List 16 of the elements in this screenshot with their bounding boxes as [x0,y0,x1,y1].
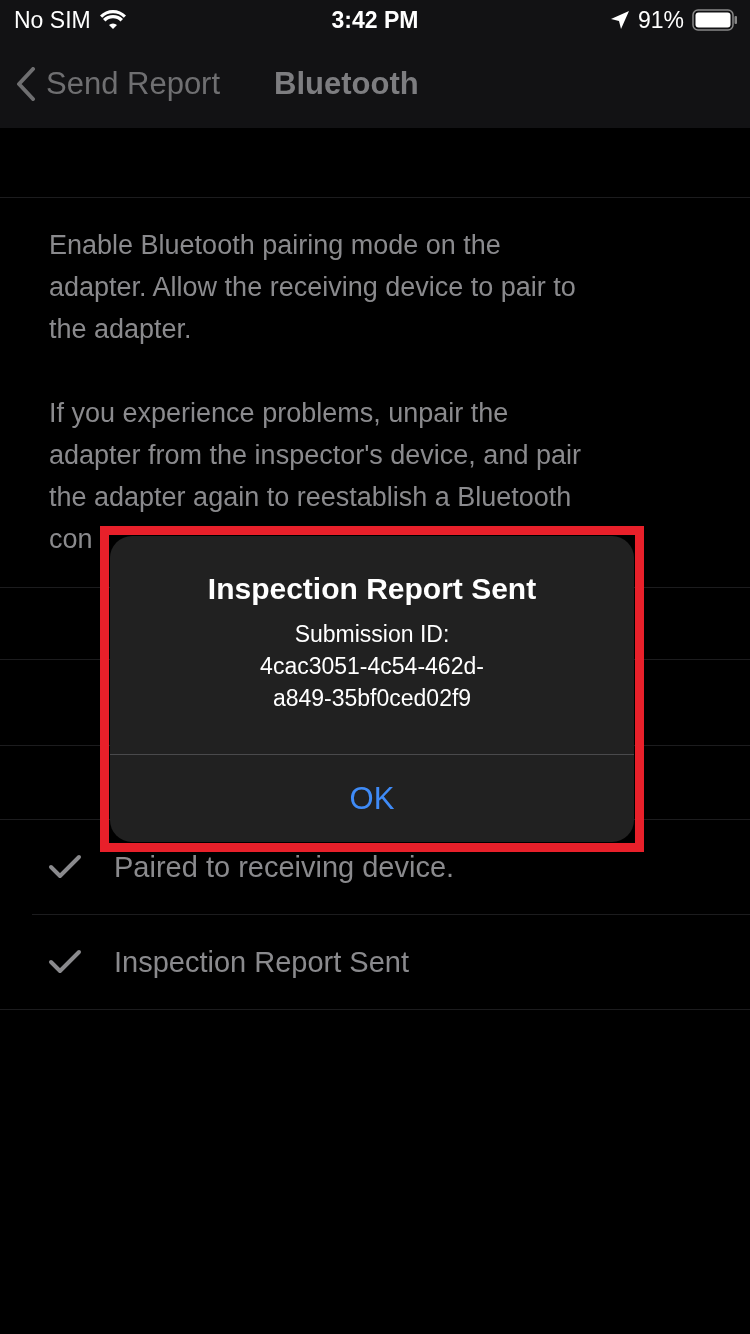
screen-title: Bluetooth [274,66,419,102]
chevron-left-icon [16,67,36,101]
battery-percentage: 91% [637,6,684,34]
ok-button[interactable]: OK [110,755,634,842]
battery-icon [692,9,738,31]
step-label: Paired to receiving device. [114,850,455,884]
back-button[interactable]: Send Report [16,66,221,102]
alert-title: Inspection Report Sent [207,572,537,606]
instruction-paragraph: If you experience problems, unpair the adapter from the inspector's device, and pair the adapter again to reestablish a Bluetooth con [48,397,582,556]
wifi-icon [98,9,127,31]
clock-time: 3:42 PM [330,6,420,34]
location-arrow-icon [609,10,630,30]
carrier-label: No SIM [14,6,91,34]
alert-message: Submission ID: 4cac3051-4c54-462d- a849-35bf0ced02f9 [260,620,484,713]
step-label: Inspection Report Sent [114,945,409,979]
instruction-paragraph: Enable Bluetooth pairing mode on the adapter. Allow the receiving device to pair to the adapter. [48,229,577,346]
